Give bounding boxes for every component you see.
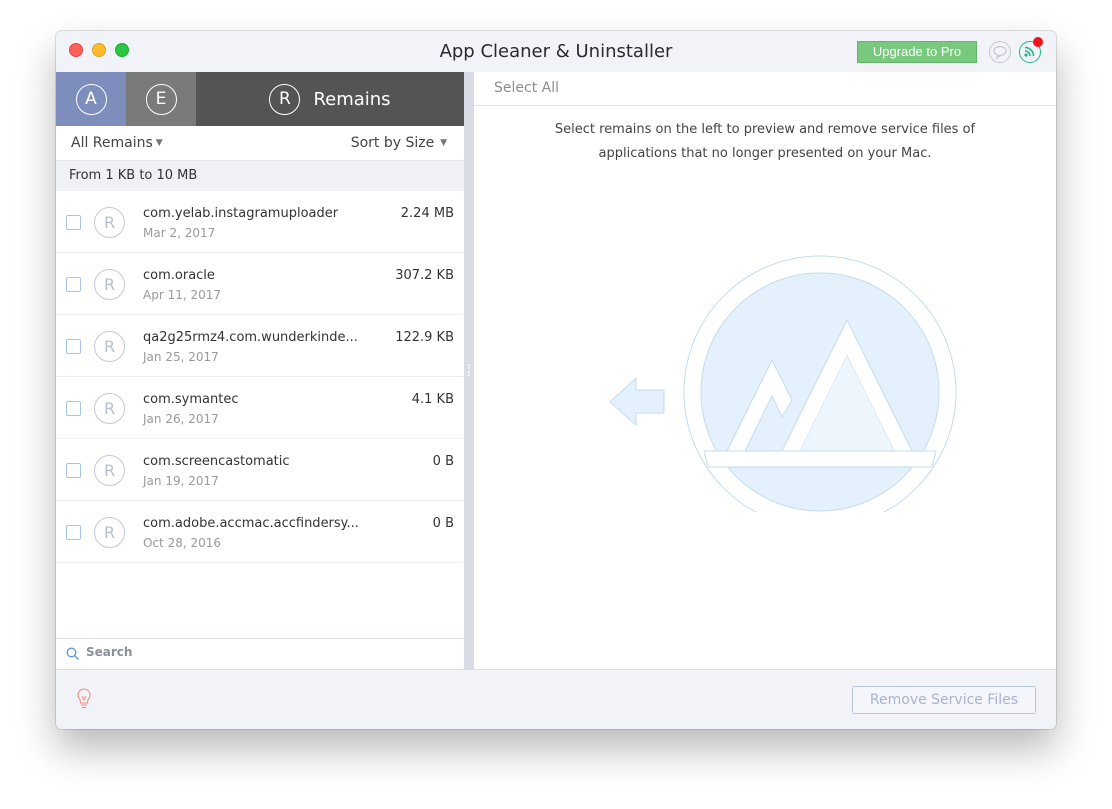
category-tabs: A E R Remains: [56, 72, 464, 126]
remove-service-files-button[interactable]: Remove Service Files: [852, 686, 1036, 714]
item-checkbox[interactable]: [66, 339, 81, 354]
sort-label: Sort by Size: [350, 135, 435, 151]
panel-splitter[interactable]: [464, 72, 474, 669]
item-size: 0 B: [432, 454, 454, 469]
remains-list: R com.yelab.instagramuploader Mar 2, 201…: [56, 191, 464, 563]
preview-panel: Select All Select remains on the left to…: [474, 72, 1056, 669]
remains-icon: R: [94, 455, 125, 486]
item-size: 307.2 KB: [395, 268, 454, 283]
speech-bubble-icon[interactable]: [989, 41, 1011, 63]
item-checkbox[interactable]: [66, 401, 81, 416]
list-item[interactable]: R qa2g25rmz4.com.wunderkinde... Jan 25, …: [56, 315, 464, 377]
item-size: 122.9 KB: [395, 330, 454, 345]
tab-remains[interactable]: R Remains: [196, 72, 464, 126]
search-input[interactable]: [86, 645, 446, 659]
footer-bar: Remove Service Files: [56, 669, 1056, 729]
upgrade-to-pro-button[interactable]: Upgrade to Pro: [857, 41, 977, 63]
item-date: Jan 25, 2017: [143, 350, 219, 364]
item-date: Jan 19, 2017: [143, 474, 219, 488]
item-name: com.screencastomatic: [143, 454, 290, 469]
item-size: 4.1 KB: [411, 392, 454, 407]
splitter-grip[interactable]: [468, 364, 470, 376]
empty-state-message: Select remains on the left to preview an…: [524, 118, 1006, 166]
remains-icon: R: [94, 517, 125, 548]
empty-state-illustration: [609, 255, 957, 512]
item-checkbox[interactable]: [66, 525, 81, 540]
arrow-left-icon: [609, 376, 665, 427]
search-bar: [56, 638, 464, 669]
remains-icon: R: [94, 393, 125, 424]
item-name: qa2g25rmz4.com.wunderkinde...: [143, 330, 358, 345]
item-name: com.yelab.instagramuploader: [143, 206, 339, 221]
item-date: Oct 28, 2016: [143, 536, 221, 550]
lightbulb-icon[interactable]: [76, 688, 92, 710]
item-name: com.adobe.accmac.accfindersy...: [143, 516, 359, 531]
item-checkbox[interactable]: [66, 277, 81, 292]
remains-filter-label: All Remains: [71, 135, 153, 151]
remains-list-panel: A E R Remains All Remains ▼ Sort by Size …: [56, 72, 464, 669]
empty-state-line-1: Select remains on the left to preview an…: [554, 122, 976, 137]
tab-extensions[interactable]: E: [126, 72, 196, 126]
sort-dropdown[interactable]: Sort by Size ▼: [351, 135, 447, 151]
item-date: Jan 26, 2017: [143, 412, 219, 426]
item-date: Apr 11, 2017: [143, 288, 222, 302]
notification-badge: [1033, 37, 1043, 47]
list-item[interactable]: R com.symantec Jan 26, 2017 4.1 KB: [56, 377, 464, 439]
extensions-icon: E: [145, 83, 177, 115]
empty-state-line-2: applications that no longer presented on…: [598, 146, 932, 161]
chevron-down-icon: ▼: [155, 138, 163, 148]
item-name: com.symantec: [143, 392, 239, 407]
list-item[interactable]: R com.screencastomatic Jan 19, 2017 0 B: [56, 439, 464, 501]
title-bar: App Cleaner & Uninstaller Upgrade to Pro: [56, 31, 1056, 72]
app-cleaner-logo-icon: [683, 255, 957, 512]
list-item[interactable]: R com.oracle Apr 11, 2017 307.2 KB: [56, 253, 464, 315]
filter-bar: All Remains ▼ Sort by Size ▼: [56, 126, 464, 161]
item-size: 0 B: [432, 516, 454, 531]
tab-applications[interactable]: A: [56, 72, 126, 126]
remains-icon: R: [94, 207, 125, 238]
app-store-icon: A: [75, 83, 107, 115]
list-item[interactable]: R com.yelab.instagramuploader Mar 2, 201…: [56, 191, 464, 253]
select-all-button[interactable]: Select All: [474, 72, 1056, 106]
list-item[interactable]: R com.adobe.accmac.accfindersy... Oct 28…: [56, 501, 464, 563]
remains-icon: R: [94, 269, 125, 300]
remains-icon: R: [269, 83, 301, 115]
tab-remains-label: Remains: [313, 88, 391, 110]
item-name: com.oracle: [143, 268, 215, 283]
item-checkbox[interactable]: [66, 215, 81, 230]
app-window: App Cleaner & Uninstaller Upgrade to Pro…: [56, 31, 1056, 729]
remains-filter-dropdown[interactable]: All Remains ▼: [71, 135, 163, 151]
item-date: Mar 2, 2017: [143, 226, 216, 240]
item-checkbox[interactable]: [66, 463, 81, 478]
item-size: 2.24 MB: [400, 206, 454, 221]
size-group-header: From 1 KB to 10 MB: [56, 161, 464, 191]
search-icon: [66, 647, 79, 660]
remains-icon: R: [94, 331, 125, 362]
chevron-down-icon: ▼: [437, 138, 447, 148]
